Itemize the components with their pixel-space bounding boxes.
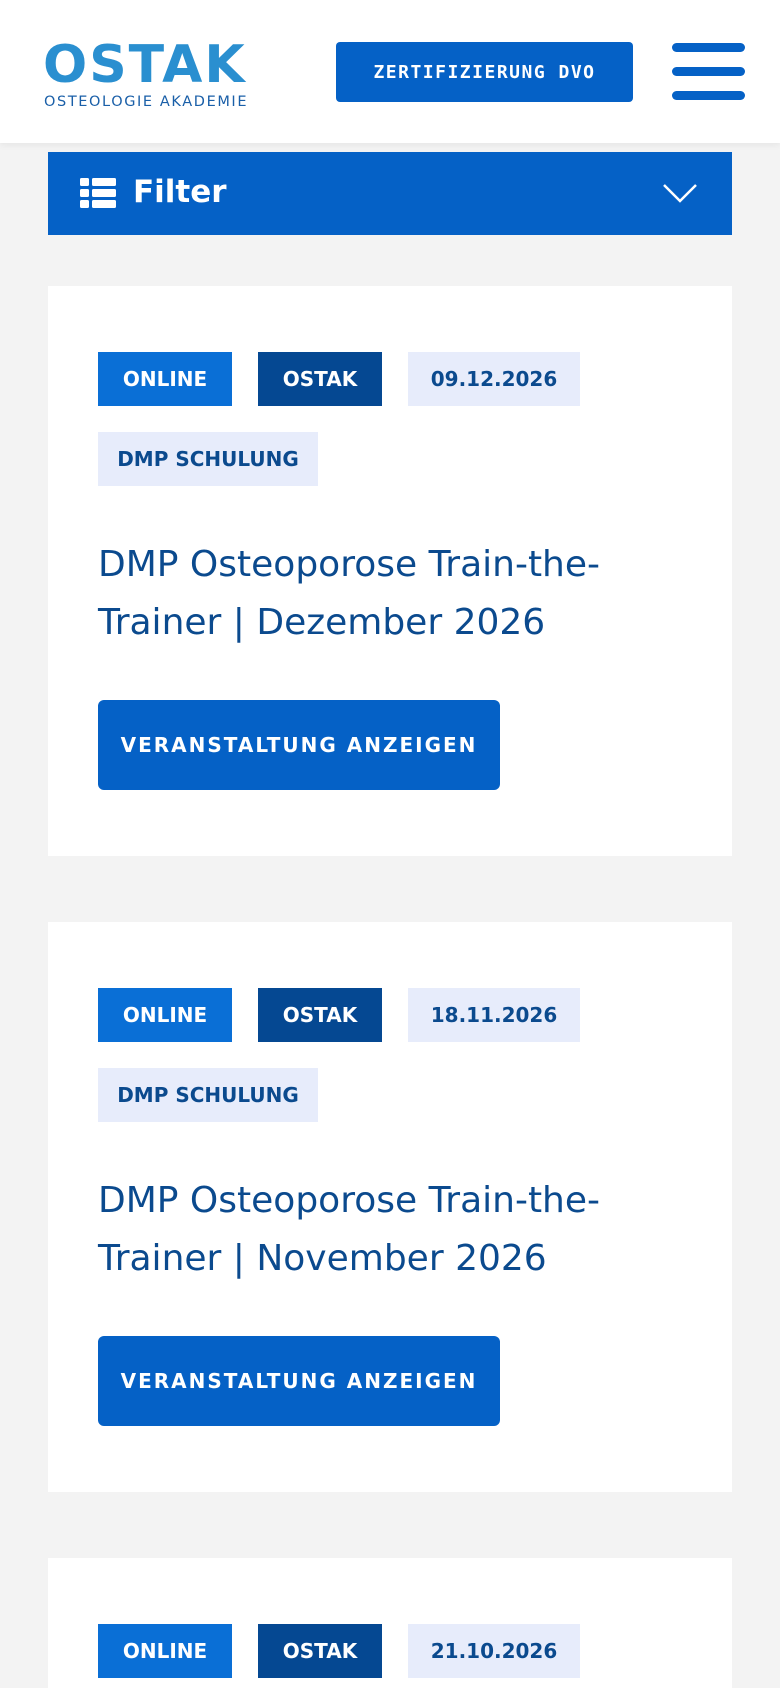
- hamburger-menu-icon[interactable]: [672, 43, 745, 101]
- tag-ostak: OSTAK: [258, 988, 382, 1042]
- event-title[interactable]: DMP Osteoporose Train-the- Trainer | Dez…: [98, 536, 698, 652]
- tag-ostak: OSTAK: [258, 352, 382, 406]
- list-icon: [80, 178, 116, 208]
- event-card: ONLINE OSTAK 18.11.2026 DMP SCHULUNG DMP…: [48, 922, 732, 1492]
- show-event-button[interactable]: VERANSTALTUNG ANZEIGEN: [98, 1336, 500, 1426]
- event-title[interactable]: DMP Osteoporose Train-the- Trainer | Nov…: [98, 1172, 698, 1288]
- tag-online: ONLINE: [98, 352, 232, 406]
- tag-date: 18.11.2026: [408, 988, 580, 1042]
- site-header: OSTAK OSTEOLOGIE AKADEMIE ZERTIFIZIERUNG…: [0, 0, 780, 143]
- tag-date: 21.10.2026: [408, 1624, 580, 1678]
- tag-category: DMP SCHULUNG: [98, 1068, 318, 1122]
- tag-date: 09.12.2026: [408, 352, 580, 406]
- event-title-line: Trainer | November 2026: [98, 1238, 547, 1279]
- certification-dvo-button[interactable]: ZERTIFIZIERUNG DVO: [336, 42, 633, 102]
- filter-toggle-bar[interactable]: Filter: [48, 152, 732, 235]
- logo-subtitle: OSTEOLOGIE AKADEMIE: [44, 94, 249, 110]
- event-card: ONLINE OSTAK 21.10.2026: [48, 1558, 732, 1688]
- event-card: ONLINE OSTAK 09.12.2026 DMP SCHULUNG DMP…: [48, 286, 732, 856]
- tag-category: DMP SCHULUNG: [98, 432, 318, 486]
- filter-label: Filter: [133, 174, 227, 210]
- event-title-line: DMP Osteoporose Train-the-: [98, 1180, 601, 1221]
- event-title-line: Trainer | Dezember 2026: [98, 602, 546, 643]
- event-title-line: DMP Osteoporose Train-the-: [98, 544, 601, 585]
- logo-wordmark: OSTAK: [43, 35, 247, 95]
- tag-online: ONLINE: [98, 988, 232, 1042]
- chevron-down-icon: [663, 184, 697, 203]
- ostak-logo[interactable]: OSTAK OSTEOLOGIE AKADEMIE: [43, 35, 253, 114]
- show-event-button[interactable]: VERANSTALTUNG ANZEIGEN: [98, 700, 500, 790]
- tag-online: ONLINE: [98, 1624, 232, 1678]
- tag-ostak: OSTAK: [258, 1624, 382, 1678]
